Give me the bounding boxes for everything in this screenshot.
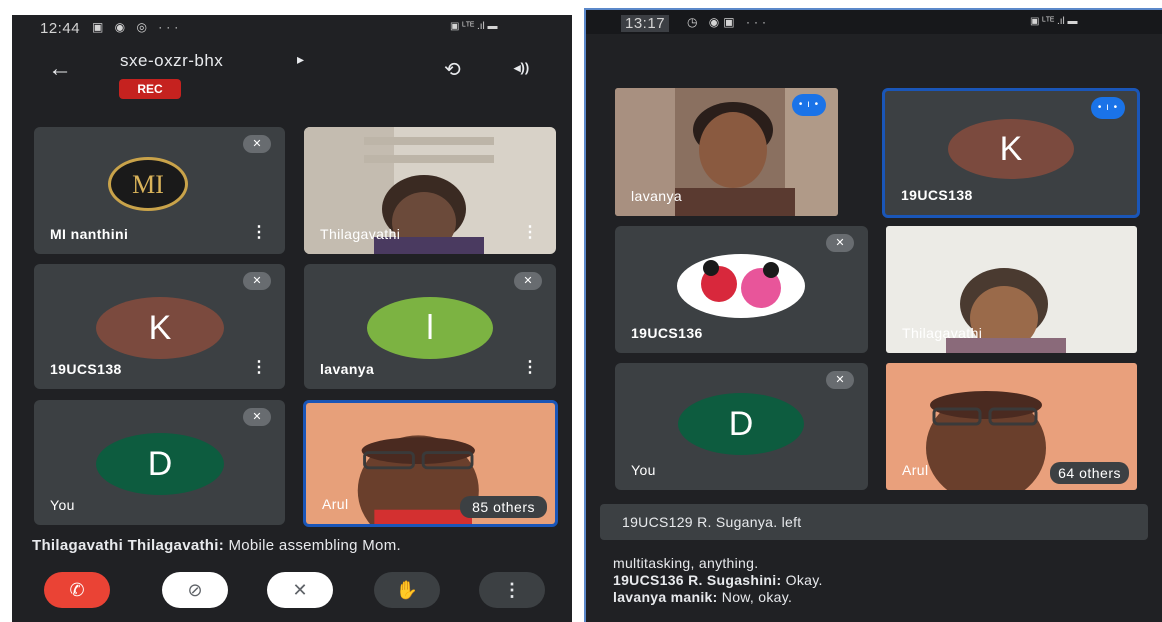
avatar: D xyxy=(96,433,224,495)
left-meeting-screen: 12:44 ▣ ◉ ◎ ··· ▣ ᴸᵀᴱ .ıl ▬ ← sxe-oxzr-b… xyxy=(12,15,572,622)
camera-toggle-button[interactable]: ⊘ xyxy=(162,572,228,608)
speaking-indicator-icon: • ı • xyxy=(792,94,826,116)
participant-name: MI nanthini xyxy=(50,226,129,242)
avatar-initials: D xyxy=(728,405,754,443)
participant-tile-thilagavathi[interactable]: Thilagavathi ⋮ xyxy=(304,127,556,254)
end-call-button[interactable]: ✆ xyxy=(44,572,110,608)
avatar-initials: l xyxy=(426,309,434,347)
avatar: l xyxy=(367,297,493,359)
mic-off-icon: ✕ xyxy=(826,371,854,389)
phone-hangup-icon: ✆ xyxy=(69,580,85,600)
caption-speaker: lavanya manik: xyxy=(613,589,718,605)
speaking-indicator-icon: • ı • xyxy=(1091,97,1125,119)
avatar-initials: MI xyxy=(132,170,164,199)
participant-tile-19ucs138[interactable]: • ı • K 19UCS138 xyxy=(882,88,1140,218)
meeting-details-chevron-icon[interactable]: ▸ xyxy=(297,51,304,68)
mic-off-icon: ✕ xyxy=(826,234,854,252)
caption-line-1: multitasking, anything. xyxy=(613,555,758,571)
live-caption: Thilagavathi Thilagavathi: Mobile assemb… xyxy=(32,537,401,554)
status-time: 13:17 xyxy=(621,15,670,32)
avatar: MI xyxy=(108,157,188,211)
participant-tile-you[interactable]: ✕ D You xyxy=(34,400,285,525)
screenshot-divider xyxy=(584,8,586,622)
avatar: K xyxy=(948,119,1074,179)
avatar: K xyxy=(96,297,224,359)
participant-tile-mi-nanthini[interactable]: ✕ MI MI nanthini ⋮ xyxy=(34,127,285,254)
status-time: 12:44 xyxy=(40,20,81,37)
participant-name: lavanya xyxy=(320,361,375,377)
status-signal-icons: ▣ ᴸᵀᴱ .ıl ▬ xyxy=(1030,16,1078,27)
caption-line-2: 19UCS136 R. Sugashini: Okay. xyxy=(613,572,823,588)
tile-more-icon[interactable]: ⋮ xyxy=(251,222,267,242)
participant-tile-19ucs136[interactable]: ✕ 19UCS136 xyxy=(615,226,868,353)
participant-name: Thilagavathi xyxy=(320,226,401,242)
caption-line-3: lavanya manik: Now, okay. xyxy=(613,589,792,605)
status-notification-icons: ▣ ◉ ◎ ··· xyxy=(92,20,183,34)
status-bar: 13:17 ◷ ◉▣ ··· ▣ ᴸᵀᴱ .ıl ▬ xyxy=(585,8,1162,34)
participant-tile-arul[interactable]: Arul 64 others xyxy=(886,363,1137,490)
camera-off-icon: ⊘ xyxy=(187,580,203,600)
participant-name: 19UCS138 xyxy=(50,361,122,377)
status-signal-icons: ▣ ᴸᵀᴱ .ıl ▬ xyxy=(450,21,498,32)
tile-more-icon[interactable]: ⋮ xyxy=(522,357,538,377)
mic-off-icon: ✕ xyxy=(243,272,271,290)
caption-text: multitasking, anything. xyxy=(613,555,759,571)
mic-off-icon: ✕ xyxy=(243,408,271,426)
switch-camera-icon[interactable]: ⟲ xyxy=(444,57,461,82)
participant-tile-arul[interactable]: Arul 85 others xyxy=(303,400,558,527)
status-notification-icons: ◷ ◉▣ ··· xyxy=(687,15,770,29)
participant-tile-19ucs138[interactable]: ✕ K 19UCS138 ⋮ xyxy=(34,264,285,389)
back-arrow-icon[interactable]: ← xyxy=(48,55,72,83)
mic-off-icon: ✕ xyxy=(514,272,542,290)
tile-more-icon[interactable]: ⋮ xyxy=(251,357,267,377)
avatar xyxy=(677,254,805,318)
caption-text: Mobile assembling Mom. xyxy=(224,537,401,554)
avatar-initials: K xyxy=(148,309,172,347)
participant-tile-lavanya[interactable]: • ı • lavanya xyxy=(615,88,838,216)
notification-text: 19UCS129 R. Suganya. left xyxy=(622,514,802,530)
status-bar: 12:44 ▣ ◉ ◎ ··· ▣ ᴸᵀᴱ .ıl ▬ xyxy=(12,15,572,41)
participant-left-notification: 19UCS129 R. Suganya. left xyxy=(600,504,1148,540)
more-vert-icon: ⋮ xyxy=(503,580,521,600)
caption-text: Now, okay. xyxy=(717,589,793,605)
caption-text: Okay. xyxy=(781,572,823,588)
mic-off-icon: ✕ xyxy=(243,135,271,153)
others-count-badge[interactable]: 85 others xyxy=(460,496,547,518)
participant-name: Thilagavathi xyxy=(902,325,983,341)
participant-name: You xyxy=(631,462,656,478)
meeting-code[interactable]: sxe-oxzr-bhx xyxy=(120,51,223,71)
participant-tile-lavanya[interactable]: ✕ l lavanya ⋮ xyxy=(304,264,556,389)
recording-badge: REC xyxy=(119,79,181,99)
more-options-button[interactable]: ⋮ xyxy=(479,572,545,608)
screenshot-divider xyxy=(584,8,1162,10)
others-count-badge[interactable]: 64 others xyxy=(1050,462,1129,484)
avatar: D xyxy=(678,393,804,455)
participant-tile-thilagavathi[interactable]: Thilagavathi xyxy=(886,226,1137,353)
avatar-initials: K xyxy=(999,130,1023,168)
speaker-icon[interactable]: ◂)) xyxy=(514,60,529,76)
participant-name: Arul xyxy=(322,496,349,512)
participant-name: You xyxy=(50,497,75,513)
participant-name: Arul xyxy=(902,462,929,478)
hand-icon: ✋ xyxy=(395,580,419,600)
right-meeting-screen: 13:17 ◷ ◉▣ ··· ▣ ᴸᵀᴱ .ıl ▬ • ı • lavanya… xyxy=(585,8,1162,622)
caption-speaker: Thilagavathi Thilagavathi: xyxy=(32,537,224,554)
participant-tile-you[interactable]: ✕ D You xyxy=(615,363,868,490)
participant-name: 19UCS136 xyxy=(631,325,703,341)
tile-more-icon[interactable]: ⋮ xyxy=(522,222,538,242)
raise-hand-button[interactable]: ✋ xyxy=(374,572,440,608)
participant-name: lavanya xyxy=(631,188,683,204)
avatar-initials: D xyxy=(147,445,173,483)
participant-name: 19UCS138 xyxy=(901,187,973,203)
mic-off-icon: ✕ xyxy=(292,580,308,600)
caption-speaker: 19UCS136 R. Sugashini: xyxy=(613,572,782,588)
mic-toggle-button[interactable]: ✕ xyxy=(267,572,333,608)
